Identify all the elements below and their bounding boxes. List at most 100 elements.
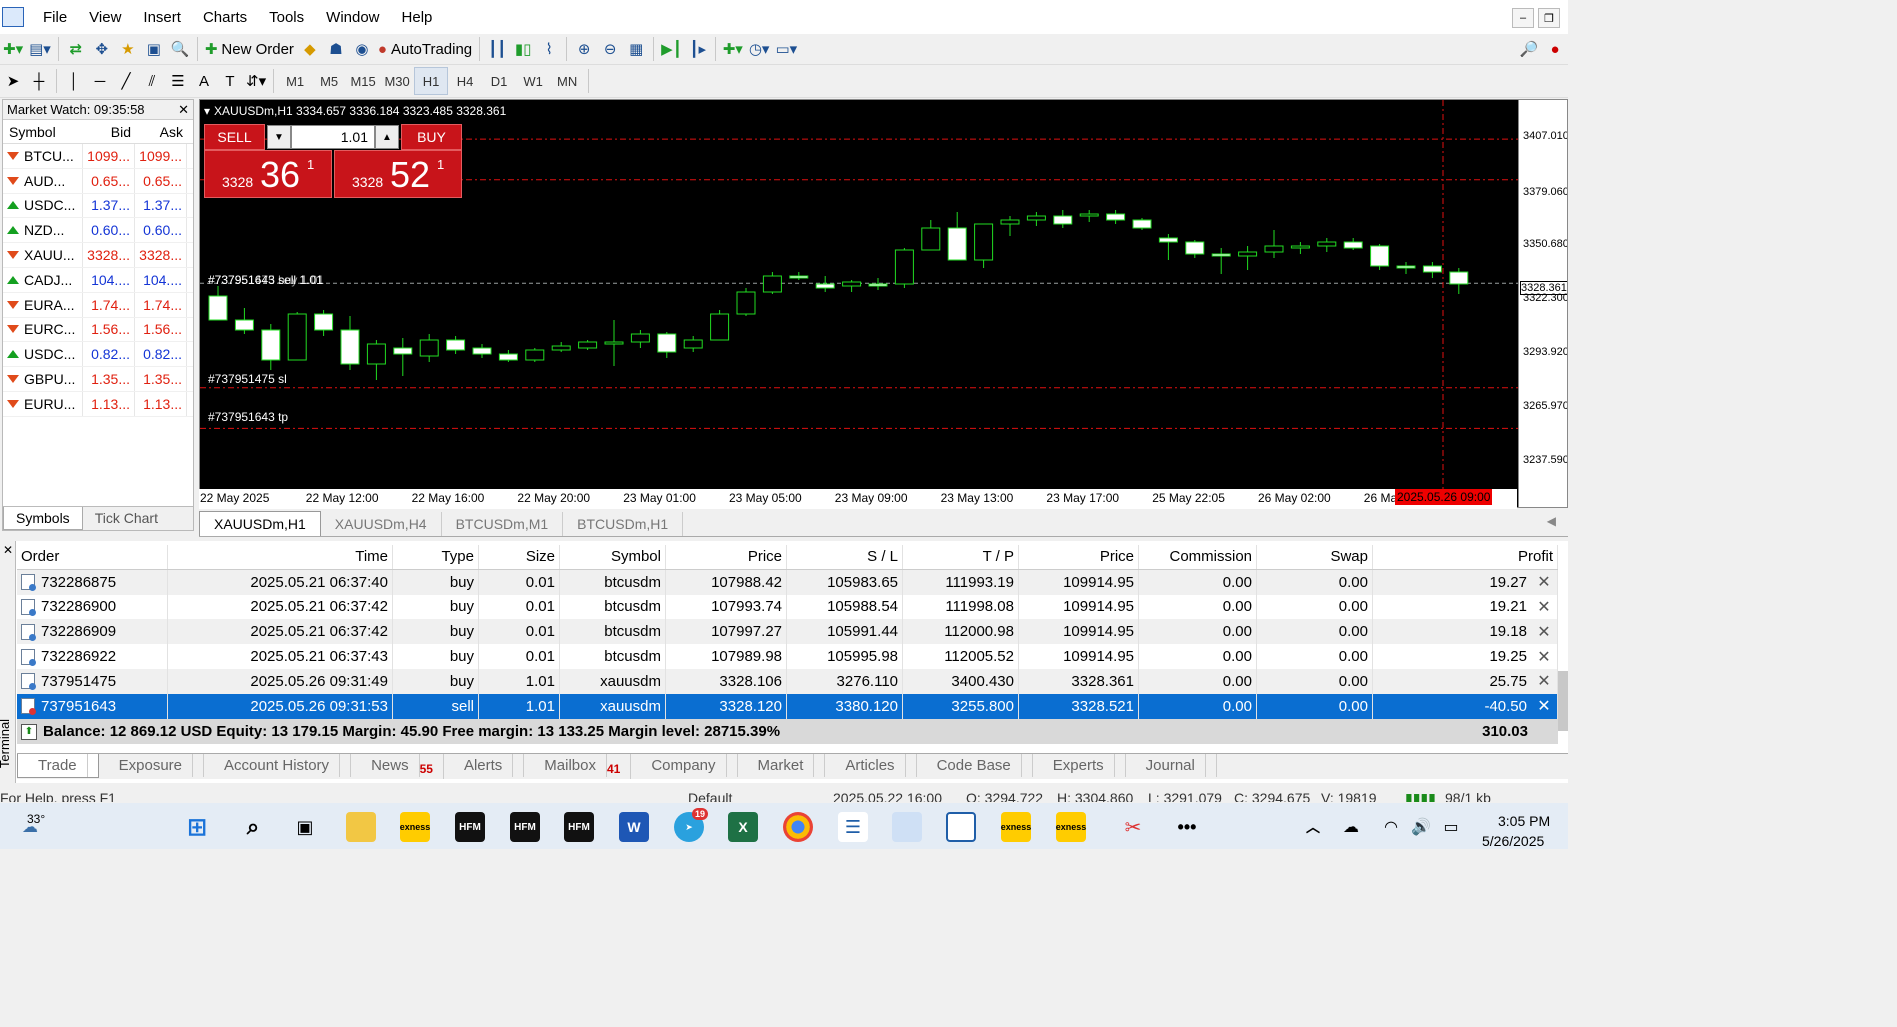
column-header[interactable]: Price <box>1019 545 1139 569</box>
close-position-icon[interactable]: ✕ <box>1535 696 1553 716</box>
close-position-icon[interactable]: ✕ <box>1535 572 1553 592</box>
column-header[interactable]: T / P <box>903 545 1019 569</box>
market-watch-row[interactable]: AUD... 0.65... 0.65... <box>3 168 193 194</box>
signals-icon[interactable]: ☗ <box>323 36 349 62</box>
fibonacci-icon[interactable]: ☰ <box>165 68 191 94</box>
timeframe-mn[interactable]: MN <box>550 67 584 95</box>
window-app-icon[interactable] <box>946 812 976 842</box>
timeframe-m5[interactable]: M5 <box>312 67 346 95</box>
sell-price-box[interactable]: 3328 36 1 <box>204 150 332 198</box>
close-position-icon[interactable]: ✕ <box>1535 597 1553 617</box>
autotrading-button[interactable]: ● AutoTrading <box>375 36 475 62</box>
templates-icon[interactable]: ▭▾ <box>772 36 800 62</box>
timeframe-w1[interactable]: W1 <box>516 67 550 95</box>
wifi-icon[interactable]: ◠ <box>1376 812 1406 842</box>
trade-row[interactable]: 732286922 2025.05.21 06:37:43 buy 0.01 btcus… <box>17 644 1558 669</box>
hfm-app-icon[interactable]: HFM <box>510 812 540 842</box>
exness-app-icon[interactable]: exness <box>400 812 430 842</box>
trade-row[interactable]: 732286900 2025.05.21 06:37:42 buy 0.01 btcus… <box>17 594 1558 620</box>
column-header[interactable]: Symbol <box>560 545 666 569</box>
menu-view[interactable]: View <box>78 9 132 26</box>
terminal-icon[interactable]: ▣ <box>141 36 167 62</box>
text-icon[interactable]: A <box>191 68 217 94</box>
arrows-icon[interactable]: ⇵▾ <box>243 68 269 94</box>
more-apps-icon[interactable]: ••• <box>1172 812 1202 842</box>
cursor-icon[interactable]: ➤ <box>0 68 26 94</box>
market-watch-row[interactable]: EURU... 1.13... 1.13... <box>3 391 193 417</box>
column-header[interactable]: Order <box>17 545 168 569</box>
tab-news[interactable]: News 55 <box>351 754 444 779</box>
tab-xauusdm-h4[interactable]: XAUUSDm,H4 <box>321 512 442 536</box>
cloud-offline-icon[interactable]: ☁ <box>1336 812 1366 842</box>
timeframe-m30[interactable]: M30 <box>380 67 414 95</box>
market-watch-row[interactable]: USDC... 0.82... 0.82... <box>3 342 193 368</box>
market-watch-row[interactable]: USDC... 1.37... 1.37... <box>3 193 193 219</box>
text-label-icon[interactable]: T <box>217 68 243 94</box>
volume-icon[interactable]: 🔊 <box>1406 812 1436 842</box>
close-position-icon[interactable]: ✕ <box>1535 622 1553 642</box>
trade-row[interactable]: 737951643 2025.05.26 09:31:53 sell 1.01 xauu… <box>17 693 1558 719</box>
auto-scroll-icon[interactable]: ▶┃ <box>658 36 685 62</box>
telegram-icon[interactable]: ➤ 19 <box>674 808 708 842</box>
tab-company[interactable]: Company <box>631 754 738 777</box>
navigator-icon[interactable]: ★ <box>115 36 141 62</box>
new-chart-icon[interactable]: ✚▾ <box>0 36 26 62</box>
market-watch-row[interactable]: EURC... 1.56... 1.56... <box>3 317 193 343</box>
menu-help[interactable]: Help <box>391 9 444 26</box>
close-position-icon[interactable]: ✕ <box>1535 671 1553 691</box>
menu-window[interactable]: Window <box>315 9 390 26</box>
timeframe-m1[interactable]: M1 <box>278 67 312 95</box>
zoom-in-icon[interactable]: ⊕ <box>571 36 597 62</box>
column-header[interactable]: Size <box>479 545 560 569</box>
volume-decrease-icon[interactable]: ▼ <box>267 125 291 149</box>
exness-app-icon[interactable]: exness <box>1056 812 1086 842</box>
restore-icon[interactable]: ❐ <box>1538 8 1560 28</box>
battery-icon[interactable]: ▭ <box>1436 812 1466 842</box>
metaeditor-icon[interactable]: ◆ <box>297 36 323 62</box>
excel-icon[interactable]: X <box>728 812 758 842</box>
trendline-icon[interactable]: ╱ <box>113 68 139 94</box>
trade-row[interactable]: 732286875 2025.05.21 06:37:40 buy 0.01 btcus… <box>17 569 1558 595</box>
exness-app-icon[interactable]: exness <box>1001 812 1031 842</box>
strategy-tester-icon[interactable]: 🔍 <box>167 36 193 62</box>
hfm-app-icon[interactable]: HFM <box>564 812 594 842</box>
tab-tick-chart[interactable]: Tick Chart <box>83 507 170 530</box>
tab-alerts[interactable]: Alerts <box>444 754 525 777</box>
file-explorer-icon[interactable] <box>346 812 376 842</box>
tab-trade[interactable]: Trade <box>17 754 99 778</box>
bar-chart-icon[interactable]: ┃┃ <box>484 36 510 62</box>
timeframe-d1[interactable]: D1 <box>482 67 516 95</box>
close-icon[interactable]: ✕ <box>3 543 13 557</box>
vertical-line-icon[interactable]: │ <box>61 68 87 94</box>
tab-xauusdm-h1[interactable]: XAUUSDm,H1 <box>199 511 321 536</box>
column-header[interactable]: Profit <box>1373 545 1558 569</box>
periods-icon[interactable]: ◷▾ <box>746 36 773 62</box>
hfm-app-icon[interactable]: HFM <box>455 812 485 842</box>
column-header[interactable]: Price <box>666 545 787 569</box>
market-watch-icon[interactable]: ⇄ <box>63 36 89 62</box>
crosshair-icon[interactable]: ┼ <box>26 68 52 94</box>
tab-experts[interactable]: Experts <box>1033 754 1126 777</box>
notepad-icon[interactable]: ☰ <box>838 812 868 842</box>
close-position-icon[interactable]: ✕ <box>1535 647 1553 667</box>
menu-tools[interactable]: Tools <box>258 9 315 26</box>
tab-market[interactable]: Market <box>738 754 826 777</box>
column-header[interactable]: Time <box>168 545 393 569</box>
column-bid[interactable]: Bid <box>83 124 135 140</box>
notifications-icon[interactable]: ● <box>1542 36 1568 62</box>
search-icon[interactable]: 🔎 <box>1516 36 1542 62</box>
data-window-icon[interactable]: ✥ <box>89 36 115 62</box>
clock-time[interactable]: 3:05 PM <box>1498 813 1550 829</box>
column-symbol[interactable]: Symbol <box>3 124 83 140</box>
market-watch-row[interactable]: NZD... 0.60... 0.60... <box>3 218 193 244</box>
zoom-out-icon[interactable]: ⊖ <box>597 36 623 62</box>
tab-code-base[interactable]: Code Base <box>917 754 1033 777</box>
tab-btcusdm-h1[interactable]: BTCUSDm,H1 <box>563 512 684 536</box>
close-icon[interactable]: ✕ <box>178 102 189 118</box>
menu-insert[interactable]: Insert <box>132 9 192 26</box>
timeframe-h1[interactable]: H1 <box>414 67 449 95</box>
tab-journal[interactable]: Journal <box>1126 754 1217 777</box>
buy-button[interactable]: BUY <box>401 124 462 150</box>
horizontal-line-icon[interactable]: ─ <box>87 68 113 94</box>
column-header[interactable]: Swap <box>1257 545 1373 569</box>
